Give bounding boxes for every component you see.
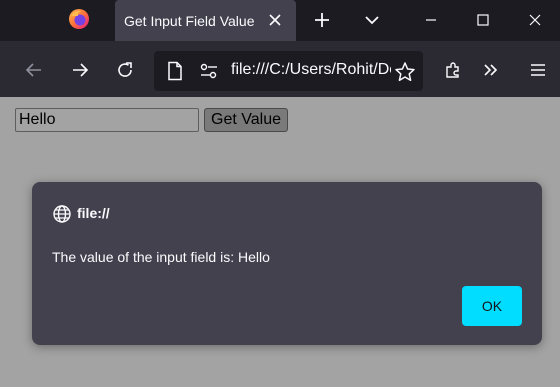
globe-icon [53,205,71,223]
star-icon[interactable] [394,61,416,83]
reload-icon[interactable] [115,60,135,80]
get-value-button[interactable]: Get Value [204,108,288,132]
page-content: Get Value file:// The value of the input… [0,97,560,387]
window-close-icon[interactable] [525,10,545,30]
minimize-icon[interactable] [421,10,441,30]
alert-dialog: file:// The value of the input field is:… [32,182,542,345]
page-icon [168,61,182,81]
dialog-origin: file:// [77,205,110,221]
tab-active[interactable]: Get Input Field Value [115,0,296,41]
ok-button[interactable]: OK [462,286,522,326]
maximize-icon[interactable] [473,10,493,30]
extensions-icon[interactable] [443,60,463,80]
plus-icon[interactable] [312,10,332,30]
tab-strip: Get Input Field Value [0,0,560,41]
text-input[interactable] [15,108,199,132]
url-text[interactable]: file:///C:/Users/Rohit/Desktop/index.htm… [231,61,391,79]
overflow-icon[interactable] [481,60,501,80]
menu-icon[interactable] [528,60,548,80]
firefox-logo [69,9,89,29]
dialog-message: The value of the input field is: Hello [52,249,270,265]
tab-title: Get Input Field Value [124,12,255,29]
back-arrow-icon[interactable] [24,60,44,80]
close-icon[interactable] [266,11,284,29]
forward-arrow-icon[interactable] [70,60,90,80]
chevron-down-icon[interactable] [362,10,382,30]
url-bar[interactable]: file:///C:/Users/Rohit/Desktop/index.htm… [154,51,423,91]
permissions-icon[interactable] [199,62,219,80]
